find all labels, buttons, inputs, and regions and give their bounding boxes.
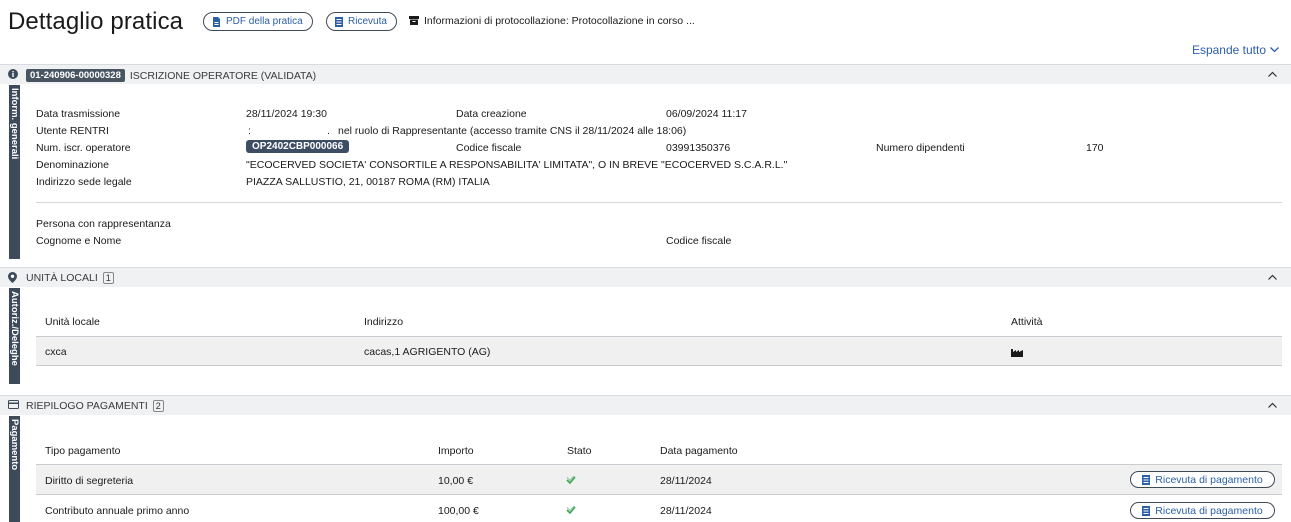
rapp-codice-fiscale-label: Codice fiscale — [666, 235, 732, 247]
data-creazione-value: 06/09/2024 11:17 — [666, 108, 747, 120]
sidebar-pagamento-label: Pagamento — [9, 419, 20, 471]
page-header: Dettaglio pratica PDF della pratica Rice… — [0, 0, 1291, 57]
pdf-file-icon — [213, 16, 220, 27]
codice-fiscale-label: Codice fiscale — [456, 142, 522, 154]
ricevuta-label: Ricevuta — [348, 16, 387, 27]
unita-locali-section-header[interactable]: UNITÀ LOCALI 1 — [0, 267, 1291, 287]
pratica-id-badge: 01-240906-00000328 — [26, 69, 125, 82]
col-stato: Stato — [567, 445, 592, 457]
chevron-up-icon[interactable] — [1268, 402, 1277, 408]
denominazione-value: "ECOCERVED SOCIETA' CONSORTILE A RESPONS… — [246, 159, 788, 171]
data-pagamento-cell: 28/11/2024 — [660, 475, 712, 487]
ricevuta-pagamento-button[interactable]: Ricevuta di pagamento — [1130, 502, 1275, 519]
utente-rentri-start: : — [248, 125, 251, 137]
credit-card-icon — [8, 400, 19, 409]
pagamenti-section-header[interactable]: RIEPILOGO PAGAMENTI 2 — [0, 395, 1291, 415]
pdf-pratica-button[interactable]: PDF della pratica — [203, 12, 313, 31]
ricevuta-pagamento-button[interactable]: Ricevuta di pagamento — [1130, 471, 1275, 488]
page-title: Dettaglio pratica — [8, 8, 184, 35]
indirizzo-cell: cacas,1 AGRIGENTO (AG) — [364, 346, 491, 358]
table-row[interactable]: cxca cacas,1 AGRIGENTO (AG) — [36, 336, 1282, 366]
general-title-text: ISCRIZIONE OPERATORE (VALIDATA) — [129, 69, 317, 82]
receipt-icon — [335, 16, 343, 27]
importo-cell: 100,00 € — [438, 505, 479, 517]
denominazione-label: Denominazione — [36, 159, 109, 171]
col-unita-locale: Unità locale — [45, 316, 100, 328]
indirizzo-label: Indirizzo sede legale — [36, 176, 132, 188]
data-creazione-label: Data creazione — [456, 108, 527, 120]
data-trasmissione-value: 28/11/2024 19:30 — [246, 108, 327, 120]
factory-icon — [1011, 349, 1023, 357]
protocol-info: Informazioni di protocollazione: Protoco… — [424, 15, 695, 27]
col-attivita: Attività — [1011, 316, 1043, 328]
sidebar-autoriz: Autoriz./Deleghe — [9, 288, 20, 384]
table-row[interactable]: Contributo annuale primo anno 100,00 € 2… — [36, 495, 1282, 522]
unita-locali-title: UNITÀ LOCALI 1 — [26, 272, 114, 284]
importo-cell: 10,00 € — [438, 475, 474, 487]
receipt-icon — [1142, 505, 1151, 516]
sidebar-autoriz-label: Autoriz./Deleghe — [9, 291, 20, 366]
data-trasmissione-label: Data trasmissione — [36, 108, 121, 120]
unita-locale-cell: cxca — [45, 346, 67, 358]
receipt-icon — [1142, 474, 1151, 485]
col-tipo-pagamento: Tipo pagamento — [45, 445, 121, 457]
col-indirizzo: Indirizzo — [364, 316, 404, 328]
numero-dipendenti-value: 170 — [1086, 142, 1104, 154]
info-icon — [8, 69, 18, 79]
general-section-title: 01-240906-00000328 ISCRIZIONE OPERATORE … — [26, 69, 316, 82]
check-icon — [566, 506, 576, 514]
utente-rentri-label: Utente RENTRI — [36, 125, 109, 137]
ricevuta-pagamento-label: Ricevuta di pagamento — [1155, 473, 1263, 486]
archive-icon — [409, 16, 419, 25]
expand-all-label: Espande tutto — [1191, 43, 1266, 57]
tipo-pagamento-cell: Diritto di segreteria — [45, 475, 134, 487]
utente-rentri-dot: . — [327, 125, 330, 137]
pdf-pratica-label: PDF della pratica — [226, 16, 303, 27]
ricevuta-button[interactable]: Ricevuta — [326, 12, 397, 31]
unita-locali-count: 1 — [102, 272, 114, 284]
sidebar-general-label: Inform. generali — [9, 88, 20, 160]
num-iscr-value: OP2402CBP000066 — [246, 140, 350, 153]
ricevuta-pagamento-label: Ricevuta di pagamento — [1155, 504, 1263, 517]
data-pagamento-cell: 28/11/2024 — [660, 505, 712, 517]
sidebar-general: Inform. generali — [9, 85, 20, 259]
expand-all-link[interactable]: Espande tutto — [1192, 43, 1279, 57]
chevron-down-icon — [1270, 47, 1279, 53]
chevron-up-icon[interactable] — [1268, 71, 1277, 77]
numero-dipendenti-label: Numero dipendenti — [876, 142, 965, 154]
sidebar-pagamento: Pagamento — [9, 416, 20, 522]
pagamenti-count: 2 — [152, 400, 164, 412]
col-importo: Importo — [438, 445, 474, 457]
map-pin-icon — [8, 272, 17, 283]
table-row[interactable]: Diritto di segreteria 10,00 € 28/11/2024 — [36, 464, 1282, 495]
pagamenti-title-text: RIEPILOGO PAGAMENTI — [26, 400, 148, 412]
tipo-pagamento-cell: Contributo annuale primo anno — [45, 505, 190, 517]
rappresentanza-heading: Persona con rappresentanza — [36, 218, 171, 230]
cognome-nome-label: Cognome e Nome — [36, 235, 122, 247]
col-data-pagamento: Data pagamento — [660, 445, 738, 457]
pagamenti-title: RIEPILOGO PAGAMENTI 2 — [26, 400, 164, 412]
general-section-header[interactable]: 01-240906-00000328 ISCRIZIONE OPERATORE … — [0, 64, 1291, 84]
num-iscr-tag: OP2402CBP000066 — [246, 140, 350, 153]
num-iscr-label: Num. iscr. operatore — [36, 142, 131, 154]
codice-fiscale-value: 03991350376 — [666, 142, 731, 154]
chevron-up-icon[interactable] — [1268, 274, 1277, 280]
indirizzo-value: PIAZZA SALLUSTIO, 21, 00187 ROMA (RM) IT… — [246, 176, 490, 188]
utente-rentri-value: nel ruolo di Rappresentante (accesso tra… — [338, 125, 687, 137]
unita-locali-title-text: UNITÀ LOCALI — [26, 272, 98, 284]
general-divider — [36, 202, 1282, 203]
check-icon — [566, 476, 576, 484]
